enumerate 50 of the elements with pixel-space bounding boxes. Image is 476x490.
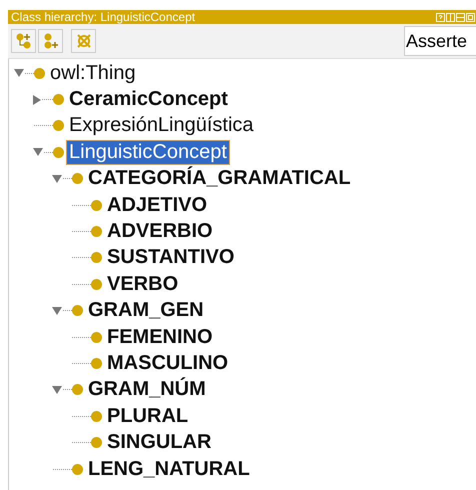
- class-icon: [91, 410, 102, 422]
- collapse-icon[interactable]: [52, 174, 62, 183]
- tree-item[interactable]: ExpresiónLingüística: [66, 113, 257, 138]
- collapse-icon[interactable]: [33, 148, 43, 156]
- class-icon: [53, 120, 64, 132]
- class-icon: [91, 200, 102, 211]
- help-icon[interactable]: [436, 12, 445, 22]
- collapse-icon[interactable]: [14, 69, 24, 78]
- class-icon: [53, 94, 64, 106]
- tree-item[interactable]: CATEGORÍA_GRAMATICAL: [85, 166, 354, 192]
- expand-icon[interactable]: [33, 94, 41, 105]
- tree-item[interactable]: GRAM_NÚM: [85, 377, 209, 402]
- class-icon: [91, 226, 102, 238]
- collapse-icon[interactable]: [52, 386, 62, 394]
- tree-item[interactable]: LENG_NATURAL: [85, 456, 253, 482]
- tree-item[interactable]: SUSTANTIVO: [104, 245, 238, 270]
- add-sibling-class-button[interactable]: [38, 29, 63, 53]
- class-icon: [91, 278, 102, 290]
- class-icon: [72, 305, 83, 316]
- class-icon: [53, 146, 64, 158]
- tree-item[interactable]: SINGULAR: [104, 430, 214, 456]
- class-icon: [91, 437, 102, 448]
- class-icon: [72, 384, 83, 396]
- tree-item[interactable]: PLURAL: [104, 404, 192, 429]
- class-icon: [91, 358, 102, 369]
- delete-icon: [74, 32, 92, 50]
- tree-item[interactable]: FEMENINO: [104, 324, 216, 350]
- split-icon[interactable]: [446, 12, 455, 22]
- tree-item[interactable]: ADVERBIO: [104, 219, 216, 244]
- add-subclass-icon: [14, 32, 32, 50]
- class-icon: [72, 464, 83, 475]
- add-sibling-icon: [42, 32, 60, 50]
- collapse-icon[interactable]: [52, 306, 62, 315]
- tree-item[interactable]: ADJETIVO: [104, 192, 210, 218]
- tree-item[interactable]: VERBO: [104, 272, 182, 297]
- maximize-icon[interactable]: [466, 12, 475, 22]
- tree-item[interactable]: GRAM_GEN: [85, 298, 207, 324]
- class-icon: [72, 173, 83, 184]
- view-dropdown[interactable]: Asserte: [404, 26, 476, 56]
- class-icon: [91, 332, 102, 343]
- tree-item[interactable]: MASCULINO: [104, 350, 232, 376]
- tree-item[interactable]: LinguisticConcept: [66, 140, 230, 165]
- window-title: Class hierarchy: LinguisticConcept: [11, 10, 196, 24]
- add-subclass-button[interactable]: [11, 29, 36, 53]
- tree-item[interactable]: CeramicConcept: [66, 87, 231, 112]
- tree-item[interactable]: owl:Thing: [47, 60, 139, 86]
- minimize-icon[interactable]: [456, 12, 465, 22]
- class-icon: [34, 68, 45, 79]
- class-icon: [91, 252, 102, 264]
- delete-class-button[interactable]: [71, 29, 96, 53]
